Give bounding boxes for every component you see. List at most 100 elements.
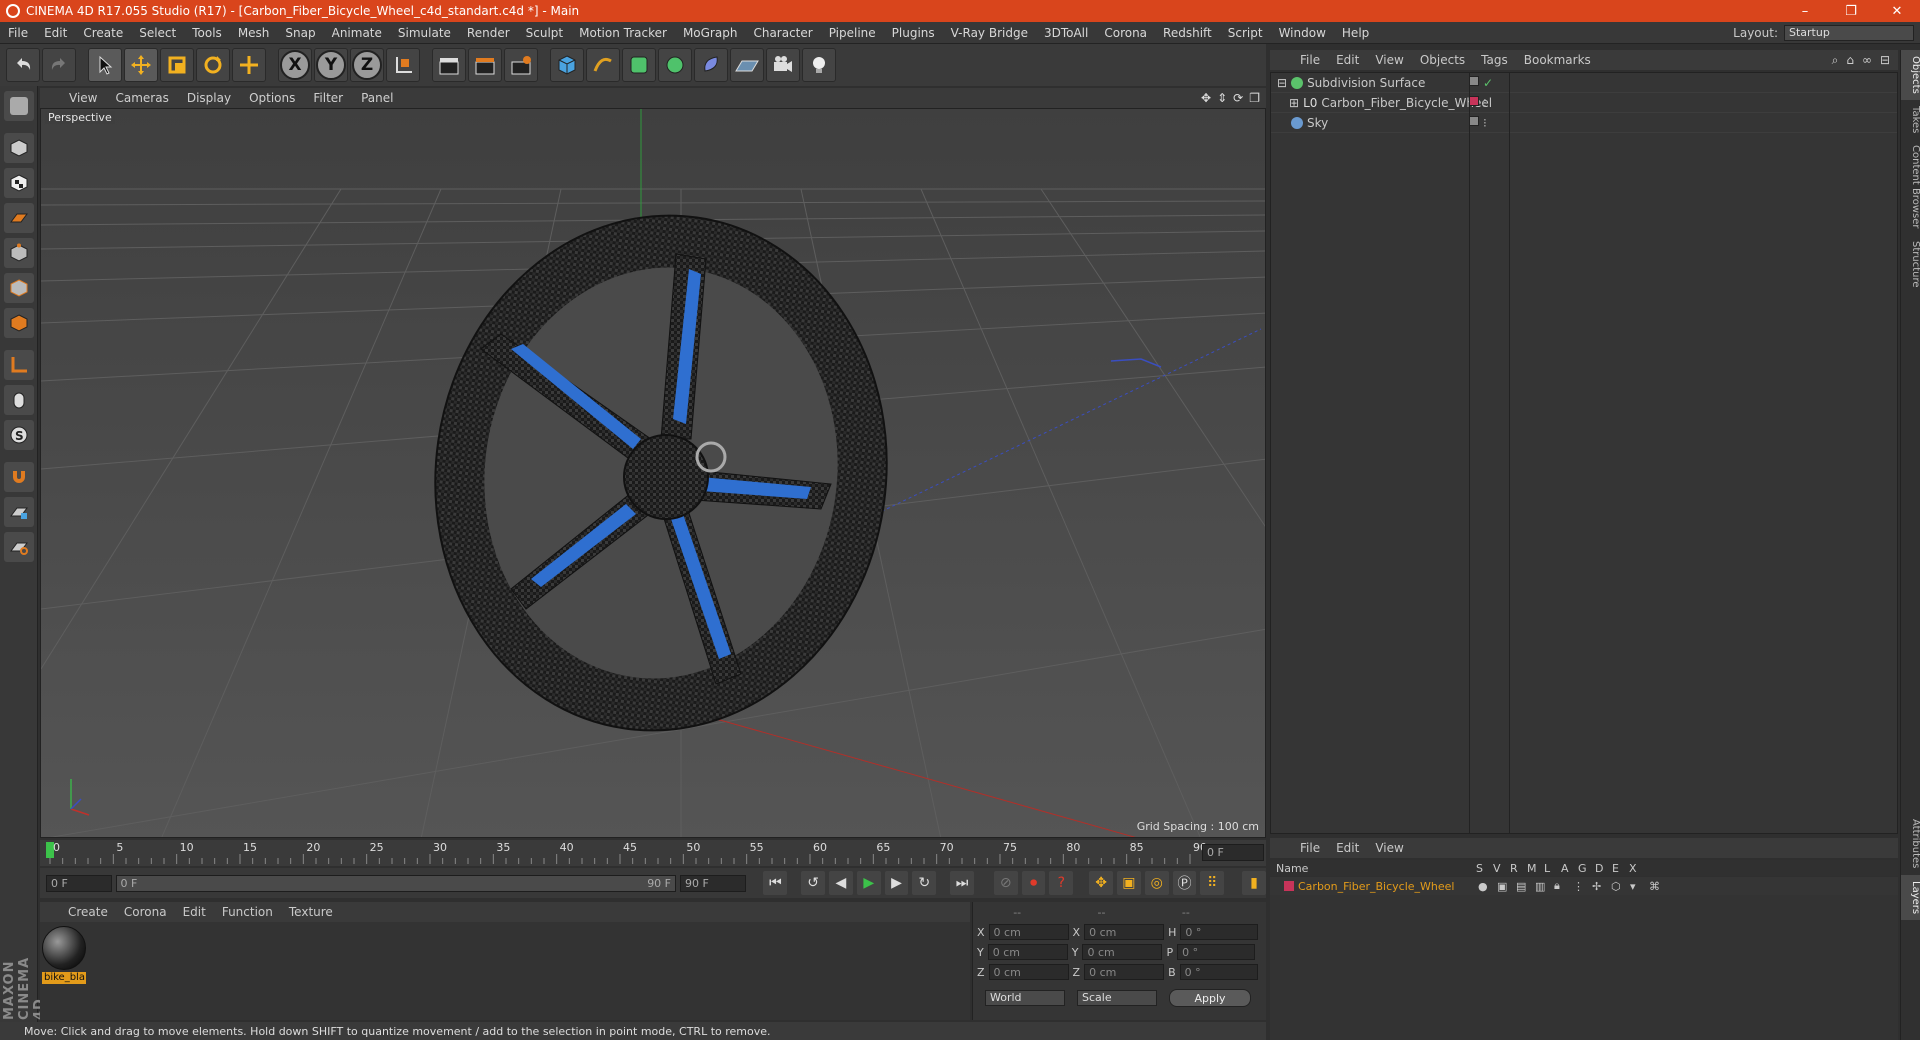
end-frame-field[interactable]: 90 F <box>680 874 746 892</box>
new-window-icon[interactable]: ⊟ <box>1880 53 1890 68</box>
rotate-tool-button[interactable] <box>196 48 230 82</box>
maximize-view-icon[interactable]: ❐ <box>1249 91 1260 105</box>
coord-rot-p-input[interactable]: 0 ° <box>1177 944 1256 960</box>
layer-color-swatch[interactable] <box>1284 881 1294 891</box>
menu-motion-tracker[interactable]: Motion Tracker <box>571 26 675 40</box>
axis-mode-button[interactable] <box>4 350 34 380</box>
object-menu-edit[interactable]: Edit <box>1328 53 1367 67</box>
menu-pipeline[interactable]: Pipeline <box>821 26 884 40</box>
home-icon[interactable]: ⌂ <box>1846 53 1854 68</box>
previous-frame-button[interactable]: ◀ <box>829 871 853 895</box>
next-frame-button[interactable]: ▶ <box>884 871 909 895</box>
layout-select[interactable]: Startup <box>1784 24 1914 41</box>
maximize-button[interactable]: ❐ <box>1828 4 1874 19</box>
key-pla-button[interactable]: ⠿ <box>1200 871 1225 895</box>
texture-mode-button[interactable] <box>4 168 34 198</box>
menu-edit[interactable]: Edit <box>36 26 75 40</box>
record-active-objects-button[interactable]: ⏺ <box>1021 871 1046 895</box>
viewport-menu-view[interactable]: View <box>60 91 106 105</box>
layer-row[interactable]: Carbon_Fiber_Bicycle_Wheel ● ▣ ▤ ▥ 🔒︎ ⋮ … <box>1270 877 1898 895</box>
object-row[interactable]: ⊟ Subdivision Surface ✓ <box>1271 73 1897 93</box>
coordinate-system-button[interactable] <box>386 48 420 82</box>
menu-script[interactable]: Script <box>1220 26 1271 40</box>
tab-structure[interactable]: Structure <box>1901 235 1920 294</box>
scale-tool-button[interactable] <box>160 48 194 82</box>
move-tool-button[interactable] <box>124 48 158 82</box>
previous-keyframe-button[interactable]: ↺ <box>801 871 826 895</box>
polygon-mode-button[interactable] <box>4 308 34 338</box>
model-mode-button[interactable] <box>4 133 34 163</box>
coord-rot-b-input[interactable]: 0 ° <box>1179 964 1258 980</box>
menu-redshift[interactable]: Redshift <box>1155 26 1220 40</box>
workplane-mode-button[interactable] <box>4 203 34 233</box>
subdivision-button[interactable] <box>622 48 656 82</box>
menu-render[interactable]: Render <box>459 26 518 40</box>
cube-button[interactable] <box>550 48 584 82</box>
material-menu-edit[interactable]: Edit <box>175 905 214 919</box>
material-preview-ball[interactable] <box>42 926 86 970</box>
material-manager-area[interactable] <box>40 922 970 1020</box>
edge-mode-button[interactable] <box>4 273 34 303</box>
layer-generator-icon[interactable]: ✢ <box>1592 880 1607 893</box>
material-name-label[interactable]: bike_bla <box>42 972 86 984</box>
tab-content-browser[interactable]: Content Browser <box>1901 139 1920 234</box>
key-scale-button[interactable]: ▣ <box>1117 871 1141 895</box>
spline-pen-button[interactable] <box>586 48 620 82</box>
start-frame-field[interactable]: 0 F <box>46 874 112 892</box>
apply-button[interactable]: Apply <box>1169 989 1251 1007</box>
snap-button[interactable]: S <box>4 420 34 450</box>
object-row[interactable]: Sky ⁝ <box>1271 113 1897 133</box>
coordinate-mode-select[interactable]: World <box>985 990 1065 1006</box>
coord-pos-y-input[interactable]: 0 cm <box>987 944 1068 960</box>
menu-simulate[interactable]: Simulate <box>390 26 459 40</box>
layer-render-icon[interactable]: ▤ <box>1516 880 1531 893</box>
menu-animate[interactable]: Animate <box>324 26 390 40</box>
perspective-viewport[interactable]: Perspective Grid Spacing : 100 cm <box>40 108 1266 838</box>
layer-xref-icon[interactable]: ⌘ <box>1649 880 1664 893</box>
redo-button[interactable] <box>42 48 76 82</box>
menu-snap[interactable]: Snap <box>277 26 323 40</box>
layer-color-flag[interactable] <box>1469 95 1479 106</box>
layer-deformer-icon[interactable]: ⬡ <box>1611 880 1626 893</box>
layer-expression-icon[interactable]: ▾ <box>1630 880 1645 893</box>
go-to-start-button[interactable]: ⏮ <box>763 871 788 895</box>
coord-pos-z-input[interactable]: 0 cm <box>988 964 1069 980</box>
menu-corona[interactable]: Corona <box>1096 26 1155 40</box>
menu-vray-bridge[interactable]: V-Ray Bridge <box>943 26 1036 40</box>
frame-range-slider[interactable]: 0 F 90 F <box>115 874 677 892</box>
pan-view-icon[interactable]: ✥ <box>1201 91 1211 105</box>
menu-file[interactable]: File <box>0 26 36 40</box>
magnet-button[interactable] <box>4 462 34 492</box>
tab-objects[interactable]: Objects <box>1901 50 1920 100</box>
make-editable-button[interactable] <box>4 91 34 121</box>
go-to-end-button[interactable]: ⏭ <box>950 871 974 895</box>
menu-tools[interactable]: Tools <box>184 26 230 40</box>
layer-lock-icon[interactable]: 🔒︎ <box>1554 879 1569 893</box>
render-settings-button[interactable] <box>504 48 538 82</box>
viewport-menu-panel[interactable]: Panel <box>352 91 402 105</box>
link-icon[interactable]: ∞ <box>1862 53 1872 68</box>
camera-button[interactable] <box>766 48 800 82</box>
layer-solo-icon[interactable]: ● <box>1478 880 1493 893</box>
x-axis-button[interactable]: X <box>278 48 312 82</box>
material-menu-create[interactable]: Create <box>60 905 116 919</box>
close-button[interactable]: ✕ <box>1874 4 1920 19</box>
tab-attributes[interactable]: Attributes <box>1901 813 1920 874</box>
motion-record-button[interactable]: ⊘ <box>993 871 1018 895</box>
layer-view-icon[interactable]: ▣ <box>1497 880 1512 893</box>
coord-size-y-input[interactable]: 0 cm <box>1082 944 1163 960</box>
y-axis-button[interactable]: Y <box>314 48 348 82</box>
object-menu-objects[interactable]: Objects <box>1412 53 1473 67</box>
coord-rot-h-input[interactable]: 0 ° <box>1180 924 1259 940</box>
expand-toggle-icon[interactable]: ⊞ <box>1289 96 1299 110</box>
tab-takes[interactable]: Takes <box>1901 100 1920 139</box>
zoom-view-icon[interactable]: ⇕ <box>1217 91 1227 105</box>
tweak-mode-button[interactable] <box>4 385 34 415</box>
object-menu-tags[interactable]: Tags <box>1473 53 1516 67</box>
menu-select[interactable]: Select <box>131 26 184 40</box>
array-button[interactable] <box>658 48 692 82</box>
size-mode-select[interactable]: Scale <box>1077 990 1157 1006</box>
light-button[interactable] <box>802 48 836 82</box>
menu-help[interactable]: Help <box>1334 26 1377 40</box>
point-mode-button[interactable] <box>4 238 34 268</box>
